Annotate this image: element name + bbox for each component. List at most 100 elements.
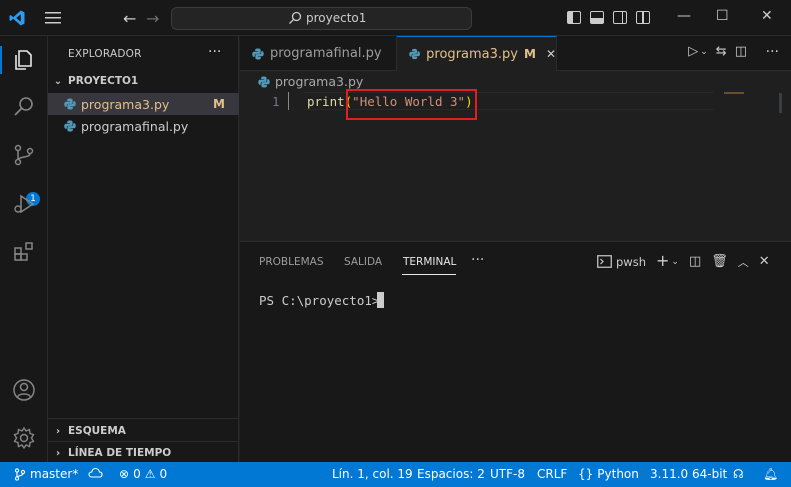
file-item-programafinal[interactable]: programafinal.py bbox=[48, 115, 239, 137]
explorer-title: EXPLORADOR bbox=[68, 48, 142, 60]
python-file-icon bbox=[252, 48, 264, 59]
scrollbar[interactable] bbox=[779, 93, 782, 113]
customize-layout-icon[interactable] bbox=[636, 11, 650, 24]
divider bbox=[48, 418, 239, 419]
braces-icon: {} bbox=[578, 467, 594, 481]
toggle-primary-sidebar-icon[interactable] bbox=[567, 11, 581, 24]
command-center-search[interactable]: proyecto1 bbox=[171, 7, 472, 30]
problems-indicator[interactable]: ⊗ 0 ⚠ 0 bbox=[119, 467, 167, 481]
cursor-position[interactable]: Lín. 1, col. 19 bbox=[332, 467, 413, 481]
chevron-down-icon: ⌄ bbox=[53, 75, 63, 87]
code-editor[interactable]: programa3.py 1 print("Hello World 3") bbox=[240, 71, 791, 241]
encoding[interactable]: UTF-8 bbox=[490, 467, 525, 481]
branch-name: master* bbox=[30, 467, 79, 481]
notifications-bell-icon[interactable]: 🔔︎ bbox=[763, 467, 778, 481]
editor-actions: ▷ ⌄ ⇆ ◫ bbox=[688, 44, 747, 59]
active-tab-indicator bbox=[402, 274, 456, 275]
sync-icon[interactable] bbox=[88, 467, 103, 479]
folder-name: PROYECTO1 bbox=[68, 75, 139, 87]
feedback-icon[interactable]: ☊ bbox=[733, 467, 744, 481]
chevron-right-icon: › bbox=[55, 425, 61, 437]
python-file-icon bbox=[64, 98, 76, 110]
cloud-sync-icon bbox=[88, 467, 103, 478]
active-indicator bbox=[0, 46, 2, 74]
trash-icon[interactable]: 🗑 bbox=[711, 254, 728, 269]
branch-indicator[interactable]: master* bbox=[14, 467, 78, 481]
activity-bar: 1 bbox=[0, 36, 48, 462]
modified-badge: M bbox=[523, 47, 536, 61]
terminal-instance[interactable]: pwsh bbox=[597, 255, 646, 269]
python-file-icon bbox=[64, 120, 76, 132]
search-icon[interactable] bbox=[12, 95, 36, 119]
terminal-icon bbox=[597, 255, 612, 268]
outline-section-header[interactable]: › ESQUEMA bbox=[48, 420, 239, 442]
menu-icon[interactable] bbox=[44, 11, 62, 25]
chevron-down-icon[interactable]: ⌄ bbox=[671, 257, 679, 267]
tab-problems[interactable]: PROBLEMAS bbox=[259, 256, 324, 268]
search-label: proyecto1 bbox=[306, 11, 367, 25]
settings-gear-icon[interactable] bbox=[12, 426, 36, 450]
timeline-label: LÍNEA DE TIEMPO bbox=[68, 447, 172, 459]
terminal-prompt[interactable]: PS C:\proyecto1> bbox=[259, 293, 387, 308]
tab-programa3[interactable]: programa3.py M ✕ bbox=[397, 36, 557, 71]
error-count: 0 bbox=[133, 467, 141, 481]
compare-changes-icon[interactable]: ⇆ bbox=[716, 44, 727, 59]
tab-output[interactable]: SALIDA bbox=[344, 256, 382, 268]
python-file-icon bbox=[409, 48, 420, 60]
close-window-icon[interactable]: ✕ bbox=[761, 8, 773, 24]
source-control-icon[interactable] bbox=[12, 143, 36, 167]
run-python-icon[interactable]: ▷ bbox=[688, 44, 698, 59]
indent-guide bbox=[288, 92, 289, 110]
more-actions-icon[interactable]: ··· bbox=[766, 44, 779, 60]
warning-count: 0 bbox=[159, 467, 168, 481]
line-number: 1 bbox=[272, 94, 280, 109]
indentation[interactable]: Espacios: 2 bbox=[417, 467, 485, 481]
annotation-highlight-box bbox=[346, 89, 477, 120]
error-icon: ⊗ bbox=[119, 467, 130, 481]
close-panel-icon[interactable]: ✕ bbox=[759, 254, 770, 269]
chevron-down-icon[interactable]: ⌄ bbox=[700, 47, 708, 59]
timeline-section-header[interactable]: › LÍNEA DE TIEMPO bbox=[48, 442, 239, 464]
split-terminal-icon[interactable]: ◫ bbox=[689, 254, 701, 269]
file-item-programa3[interactable]: programa3.py M bbox=[48, 93, 239, 115]
minimize-icon[interactable]: — bbox=[677, 8, 691, 24]
vscode-logo-icon bbox=[9, 10, 25, 26]
python-interpreter[interactable]: 3.11.0 64-bit bbox=[650, 467, 727, 481]
tab-label: programafinal.py bbox=[270, 46, 382, 61]
language-label: Python bbox=[597, 467, 639, 481]
code-function: print bbox=[307, 94, 345, 109]
more-views-icon[interactable]: ··· bbox=[471, 252, 484, 268]
warning-icon: ⚠ bbox=[144, 467, 156, 481]
file-name: programafinal.py bbox=[81, 118, 189, 134]
folder-section-header[interactable]: ⌄ PROYECTO1 bbox=[48, 70, 239, 92]
explorer-sidebar: EXPLORADOR ··· ⌄ PROYECTO1 programa3.py … bbox=[48, 36, 239, 462]
outline-label: ESQUEMA bbox=[68, 425, 126, 437]
maximize-panel-icon[interactable]: ︿ bbox=[738, 254, 749, 270]
tab-programafinal[interactable]: programafinal.py bbox=[240, 36, 397, 71]
close-tab-icon[interactable]: ✕ bbox=[546, 47, 556, 61]
status-bar: master* ⊗ 0 ⚠ 0 Lín. 1, col. 19 Espacios… bbox=[0, 462, 791, 487]
shell-name: pwsh bbox=[616, 254, 646, 269]
tab-terminal[interactable]: TERMINAL bbox=[403, 256, 456, 268]
explorer-icon[interactable] bbox=[12, 48, 36, 72]
terminal-cursor bbox=[377, 292, 384, 308]
bottom-panel: PROBLEMAS SALIDA TERMINAL ··· pwsh + ⌄ ◫… bbox=[240, 241, 791, 462]
title-bar: ← → proyecto1 — ☐ ✕ bbox=[0, 0, 791, 36]
more-actions-icon[interactable]: ··· bbox=[208, 44, 221, 60]
line-endings[interactable]: CRLF bbox=[537, 467, 567, 481]
toggle-panel-icon[interactable] bbox=[590, 11, 604, 24]
git-branch-icon bbox=[14, 467, 26, 481]
new-terminal-icon[interactable]: + bbox=[656, 251, 669, 270]
account-icon[interactable] bbox=[12, 378, 36, 402]
minimap-line bbox=[724, 92, 744, 94]
editor-tabs: programafinal.py programa3.py M ✕ ▷ ⌄ ⇆ … bbox=[240, 36, 791, 71]
maximize-icon[interactable]: ☐ bbox=[716, 8, 729, 24]
language-mode[interactable]: {} Python bbox=[578, 467, 639, 481]
extensions-icon[interactable] bbox=[12, 240, 36, 264]
split-editor-icon[interactable]: ◫ bbox=[735, 44, 747, 59]
forward-arrow-icon[interactable]: → bbox=[146, 9, 159, 28]
toggle-secondary-sidebar-icon[interactable] bbox=[613, 11, 627, 24]
breadcrumb[interactable]: programa3.py bbox=[258, 74, 363, 89]
back-arrow-icon[interactable]: ← bbox=[123, 9, 136, 28]
run-debug-icon[interactable] bbox=[12, 192, 36, 216]
